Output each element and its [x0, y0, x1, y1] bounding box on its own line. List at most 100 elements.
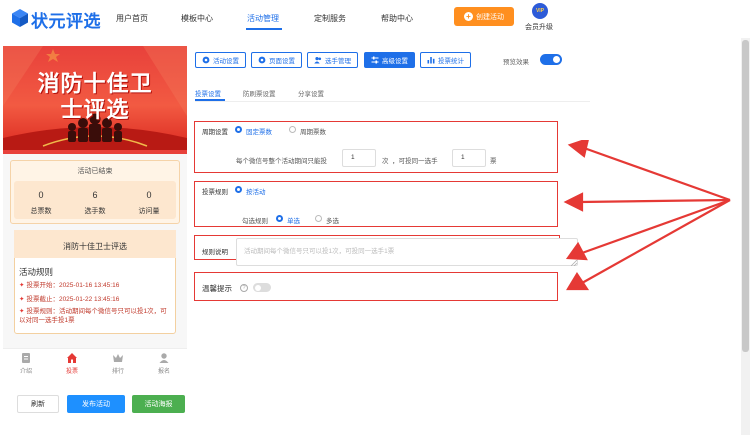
radio-fixed-votes[interactable]: [235, 126, 242, 133]
candidate-management-label: 选手管理: [325, 58, 351, 65]
banner-title-line2: 士评选: [60, 97, 130, 123]
nav-home[interactable]: 用户首页: [116, 13, 148, 24]
activity-status-text: 活动已结束: [77, 168, 113, 175]
subtab-divider: [195, 101, 590, 102]
rules-title: 活动规则: [19, 267, 54, 277]
warm-tip-section: [194, 272, 558, 301]
tab-ranking[interactable]: 排行: [95, 352, 141, 375]
preview-effect-label: 预览效果: [503, 59, 529, 66]
vote-rule-label: 投票规则: [202, 189, 228, 196]
arrow-to-rule: [579, 198, 731, 204]
bullet-icon: ✦: [19, 282, 25, 289]
rule-item-start: ✦ 投票开始：2025-01-16 13:45:16: [19, 281, 169, 290]
cycle-sentence-mid: 次 ，可投同一选手: [382, 158, 438, 165]
plus-icon: +: [464, 12, 473, 21]
total-votes-input[interactable]: 1: [342, 149, 376, 167]
bullet-icon: ✦: [19, 308, 25, 315]
subtab-anti-fraud[interactable]: 防刷票设置: [243, 88, 276, 98]
same-candidate-votes-input[interactable]: 1: [452, 149, 486, 167]
arrow-to-desc: [581, 198, 731, 255]
radio-fixed-votes-label[interactable]: 固定票数: [246, 126, 272, 136]
users-icon: [314, 57, 322, 64]
tab-signup[interactable]: 报名: [141, 352, 187, 375]
tab-intro[interactable]: 介绍: [3, 352, 49, 375]
create-activity-label: 创建活动: [476, 13, 504, 21]
tab-vote-label: 投票: [65, 369, 78, 375]
tab-signup-label: 报名: [157, 369, 170, 375]
radio-periodic-votes-label[interactable]: 周期票数: [300, 126, 326, 136]
activity-settings-label: 活动设置: [213, 58, 239, 65]
radio-multi-choice-label[interactable]: 多选: [326, 215, 339, 225]
vip-icon[interactable]: VIP: [532, 3, 548, 19]
advanced-settings-label: 高级设置: [382, 58, 408, 65]
document-icon: [22, 353, 30, 363]
annotation-arrows: [563, 140, 731, 291]
rule-end-text: 投票截止：2025-01-22 13:45:16: [26, 296, 120, 303]
stat-total-votes-value: 0: [38, 190, 44, 200]
cycle-sentence-suffix: 票: [490, 158, 497, 165]
subtab-share-settings[interactable]: 分享设置: [298, 88, 324, 98]
help-icon[interactable]: ?: [240, 284, 248, 292]
sliders-icon: [371, 56, 379, 64]
refresh-button[interactable]: 刷新: [17, 395, 59, 413]
tab-ranking-label: 排行: [111, 369, 124, 375]
warm-tip-label: 温馨提示: [202, 284, 232, 293]
radio-periodic-votes[interactable]: [289, 126, 296, 133]
radio-multi-choice[interactable]: [315, 215, 322, 222]
warm-tip-toggle[interactable]: [253, 283, 271, 292]
gear-icon: [202, 56, 210, 64]
stat-visits-value: 0: [146, 190, 152, 200]
crown-icon: [113, 354, 123, 362]
radio-by-activity[interactable]: [235, 186, 242, 193]
vip-upgrade-link[interactable]: 会员升级: [525, 22, 553, 32]
publish-activity-button[interactable]: 发布活动: [67, 395, 125, 413]
advanced-settings-button[interactable]: 高级设置: [364, 52, 415, 68]
stat-visits-label: 访问量: [138, 208, 160, 215]
candidate-management-button[interactable]: 选手管理: [307, 52, 358, 68]
activity-settings-button[interactable]: 活动设置: [195, 52, 246, 68]
check-rule-label: 勾选规则: [242, 218, 268, 225]
nav-activity-management[interactable]: 活动管理: [247, 13, 279, 24]
rule-start-text: 投票开始：2025-01-16 13:45:16: [26, 282, 120, 289]
tab-intro-label: 介绍: [19, 369, 32, 375]
rule-item-end: ✦ 投票截止：2025-01-22 13:45:16: [19, 295, 169, 304]
nav-help-center[interactable]: 帮助中心: [381, 13, 413, 24]
rule-item-vote: ✦ 投票规则：活动期间每个微信号只可以投1次，可以对同一选手投1票: [19, 307, 169, 325]
rule-description-textarea[interactable]: 活动期间每个微信号只可以投1次，可投同一选手1票: [236, 238, 578, 266]
create-activity-button[interactable]: + 创建活动: [454, 7, 514, 26]
cycle-settings-label: 周期设置: [202, 129, 228, 136]
vote-statistics-button[interactable]: 投票统计: [420, 52, 471, 68]
nav-templates[interactable]: 模板中心: [181, 13, 213, 24]
arrow-head-rule: [563, 192, 584, 212]
cycle-sentence-prefix: 每个微信号整个活动期间只能投: [236, 158, 327, 165]
bar-chart-icon: [427, 57, 435, 64]
arrow-to-cycle: [583, 146, 731, 202]
nav-active-indicator: [246, 28, 282, 30]
gear-icon: [258, 56, 266, 64]
page-settings-label: 页面设置: [269, 58, 295, 65]
home-icon: [67, 353, 77, 363]
logo-text[interactable]: 状元评选: [31, 7, 101, 32]
nav-custom-service[interactable]: 定制服务: [314, 13, 346, 24]
rule-vote-text: 投票规则：活动期间每个微信号只可以投1次，可以对同一选手投1票: [19, 308, 167, 324]
activity-poster-button[interactable]: 活动海报: [132, 395, 185, 413]
logo-cube-icon: [12, 9, 28, 27]
scrollbar-thumb[interactable]: [742, 40, 749, 352]
preview-banner: 消防十佳卫 士评选: [3, 46, 187, 154]
stat-candidates-value: 6: [92, 190, 98, 200]
subtab-vote-settings[interactable]: 投票设置: [195, 88, 221, 98]
radio-by-activity-label[interactable]: 按活动: [246, 186, 266, 196]
page-settings-button[interactable]: 页面设置: [251, 52, 302, 68]
radio-single-choice-label[interactable]: 单选: [287, 215, 300, 225]
arrow-head-cycle: [567, 140, 589, 158]
rules-card-title: 消防十佳卫士评选: [63, 242, 127, 251]
bullet-icon: ✦: [19, 296, 25, 303]
top-navbar: 状元评选 用户首页 模板中心 活动管理 定制服务 帮助中心 + 创建活动 VIP…: [0, 0, 750, 38]
tab-vote[interactable]: 投票: [49, 352, 95, 375]
arrow-to-tip: [581, 199, 731, 284]
stat-total-votes-label: 总票数: [30, 208, 52, 215]
person-icon: [159, 353, 169, 363]
radio-single-choice[interactable]: [276, 215, 283, 222]
preview-effect-toggle[interactable]: [540, 54, 562, 65]
vote-statistics-label: 投票统计: [438, 58, 464, 65]
